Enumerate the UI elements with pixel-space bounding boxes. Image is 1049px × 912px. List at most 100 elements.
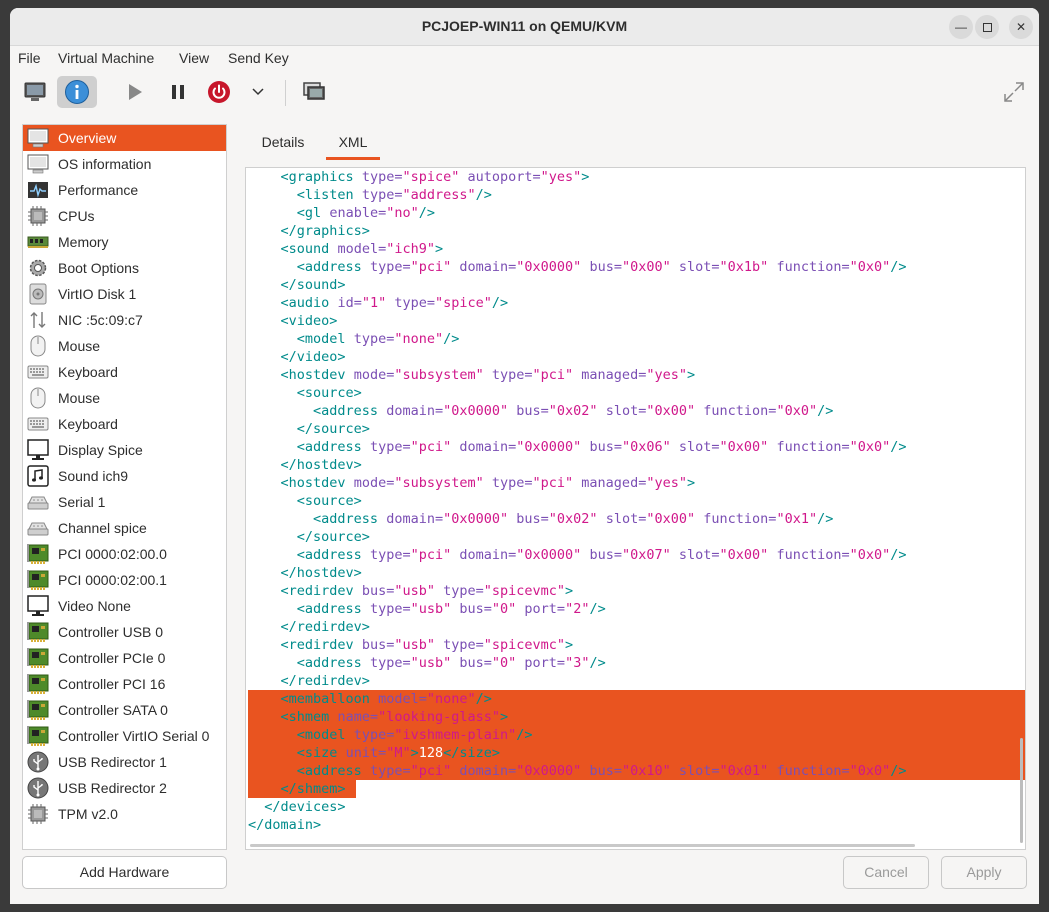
shutdown-menu-button[interactable] bbox=[248, 76, 268, 108]
xml-token: function= bbox=[776, 259, 850, 275]
xml-token bbox=[671, 259, 679, 275]
xml-token: bus= bbox=[516, 511, 549, 527]
keyboard-icon bbox=[25, 360, 51, 384]
menu-send-key[interactable]: Send Key bbox=[228, 50, 289, 66]
sidebar-item-memory[interactable]: Memory bbox=[23, 229, 226, 255]
xml-token: type= bbox=[361, 187, 403, 203]
monitor-icon bbox=[25, 126, 51, 150]
sidebar-item-pci-0000-02-00-1[interactable]: PCI 0000:02:00.1 bbox=[23, 567, 226, 593]
maximize-icon bbox=[982, 22, 992, 32]
sidebar-item-pci-0000-02-00-0[interactable]: PCI 0000:02:00.0 bbox=[23, 541, 226, 567]
disk-icon bbox=[25, 282, 51, 306]
xml-indent bbox=[248, 169, 281, 185]
sidebar-item-performance[interactable]: Performance bbox=[23, 177, 226, 203]
sidebar-item-overview[interactable]: Overview bbox=[23, 125, 226, 151]
xml-token: "ich9" bbox=[386, 241, 435, 257]
sidebar-item-mouse[interactable]: Mouse bbox=[23, 385, 226, 411]
mouse-icon bbox=[25, 386, 51, 410]
menu-virtual-machine[interactable]: Virtual Machine bbox=[58, 50, 154, 66]
xml-token: /> bbox=[890, 547, 907, 563]
xml-indent bbox=[248, 601, 297, 617]
monitor-icon bbox=[25, 152, 51, 176]
sidebar-item-mouse[interactable]: Mouse bbox=[23, 333, 226, 359]
cpu-icon bbox=[25, 204, 51, 228]
toolbar bbox=[10, 70, 1039, 114]
vertical-scrollbar[interactable] bbox=[1020, 738, 1023, 843]
sidebar-item-nic-5c-09-c7[interactable]: NIC :5c:09:c7 bbox=[23, 307, 226, 333]
apply-button[interactable]: Apply bbox=[941, 856, 1027, 889]
sidebar-item-sound-ich9[interactable]: Sound ich9 bbox=[23, 463, 226, 489]
cancel-button[interactable]: Cancel bbox=[843, 856, 929, 889]
xml-token: <address bbox=[296, 439, 362, 455]
xml-line: <gl enable="no"/> bbox=[248, 204, 1025, 222]
xml-token: "3" bbox=[565, 655, 590, 671]
xml-token: <shmem bbox=[280, 709, 330, 725]
xml-token: <audio bbox=[280, 295, 330, 311]
minimize-icon: — bbox=[955, 20, 967, 34]
sidebar-item-usb-redirector-1[interactable]: USB Redirector 1 bbox=[23, 749, 226, 775]
gear-icon bbox=[25, 256, 51, 280]
sidebar-item-keyboard[interactable]: Keyboard bbox=[23, 359, 226, 385]
sidebar-item-virtio-disk-1[interactable]: VirtIO Disk 1 bbox=[23, 281, 226, 307]
xml-line: <model type="none"/> bbox=[248, 330, 1025, 348]
xml-code[interactable]: <graphics type="spice" autoport="yes"> <… bbox=[248, 168, 1025, 834]
sidebar-item-cpus[interactable]: CPUs bbox=[23, 203, 226, 229]
xml-editor[interactable]: <graphics type="spice" autoport="yes"> <… bbox=[245, 167, 1026, 850]
sidebar-item-tpm-v2-0[interactable]: TPM v2.0 bbox=[23, 801, 226, 827]
fullscreen-button[interactable] bbox=[1000, 76, 1028, 108]
details-button[interactable] bbox=[57, 76, 97, 108]
close-button[interactable]: ✕ bbox=[1009, 15, 1033, 39]
sidebar-item-usb-redirector-2[interactable]: USB Redirector 2 bbox=[23, 775, 226, 801]
menu-file[interactable]: File bbox=[18, 50, 41, 66]
tab-details[interactable]: Details bbox=[246, 126, 320, 160]
sidebar-item-display-spice[interactable]: Display Spice bbox=[23, 437, 226, 463]
menu-view[interactable]: View bbox=[179, 50, 209, 66]
xml-token bbox=[362, 439, 370, 455]
shutdown-button[interactable] bbox=[204, 76, 234, 108]
xml-token: "0x00" bbox=[621, 259, 671, 275]
xml-token: type= bbox=[369, 259, 411, 275]
xml-token: <hostdev bbox=[280, 475, 346, 491]
xml-token: type= bbox=[361, 169, 403, 185]
xml-token: "0x0" bbox=[849, 763, 891, 779]
xml-token: <source> bbox=[296, 493, 362, 509]
xml-token: bus= bbox=[361, 583, 395, 599]
pause-icon bbox=[172, 85, 184, 99]
xml-token: </sound> bbox=[280, 277, 346, 293]
add-hardware-button[interactable]: Add Hardware bbox=[22, 856, 227, 889]
sidebar-item-keyboard[interactable]: Keyboard bbox=[23, 411, 226, 437]
maximize-button[interactable] bbox=[975, 15, 999, 39]
sidebar-item-controller-pcie-0[interactable]: Controller PCIe 0 bbox=[23, 645, 226, 671]
sidebar-item-label: Mouse bbox=[58, 390, 101, 406]
horizontal-scrollbar[interactable] bbox=[250, 844, 915, 847]
xml-token: "0x1b" bbox=[719, 259, 769, 275]
xml-token: </source> bbox=[296, 529, 370, 545]
xml-token: "spice" bbox=[435, 295, 492, 311]
tab-xml[interactable]: XML bbox=[326, 126, 380, 160]
pause-button[interactable] bbox=[163, 76, 193, 108]
xml-token: bus= bbox=[589, 439, 622, 455]
pci-card-icon bbox=[25, 620, 51, 644]
pci-card-icon bbox=[25, 646, 51, 670]
xml-line: <size unit="M">128</size> bbox=[248, 744, 1025, 762]
sidebar-item-os-information[interactable]: OS information bbox=[23, 151, 226, 177]
run-button[interactable] bbox=[120, 76, 150, 108]
sidebar-item-controller-usb-0[interactable]: Controller USB 0 bbox=[23, 619, 226, 645]
sidebar-item-video-none[interactable]: Video None bbox=[23, 593, 226, 619]
console-button[interactable] bbox=[18, 76, 52, 108]
xml-token: "0x02" bbox=[548, 403, 598, 419]
snapshots-button[interactable] bbox=[298, 76, 330, 108]
xml-token: <address bbox=[296, 259, 362, 275]
sidebar-item-channel-spice[interactable]: Channel spice bbox=[23, 515, 226, 541]
xml-line: <address type="usb" bus="0" port="2"/> bbox=[248, 600, 1025, 618]
xml-token: </video> bbox=[280, 349, 346, 365]
sidebar-item-boot-options[interactable]: Boot Options bbox=[23, 255, 226, 281]
minimize-button[interactable]: — bbox=[949, 15, 973, 39]
xml-token: "M" bbox=[386, 745, 411, 761]
sidebar-item-controller-sata-0[interactable]: Controller SATA 0 bbox=[23, 697, 226, 723]
sidebar-item-serial-1[interactable]: Serial 1 bbox=[23, 489, 226, 515]
sidebar-item-controller-virtio-serial-0[interactable]: Controller VirtIO Serial 0 bbox=[23, 723, 226, 749]
xml-line: <audio id="1" type="spice"/> bbox=[248, 294, 1025, 312]
sidebar-item-controller-pci-16[interactable]: Controller PCI 16 bbox=[23, 671, 226, 697]
xml-line: <source> bbox=[248, 384, 1025, 402]
